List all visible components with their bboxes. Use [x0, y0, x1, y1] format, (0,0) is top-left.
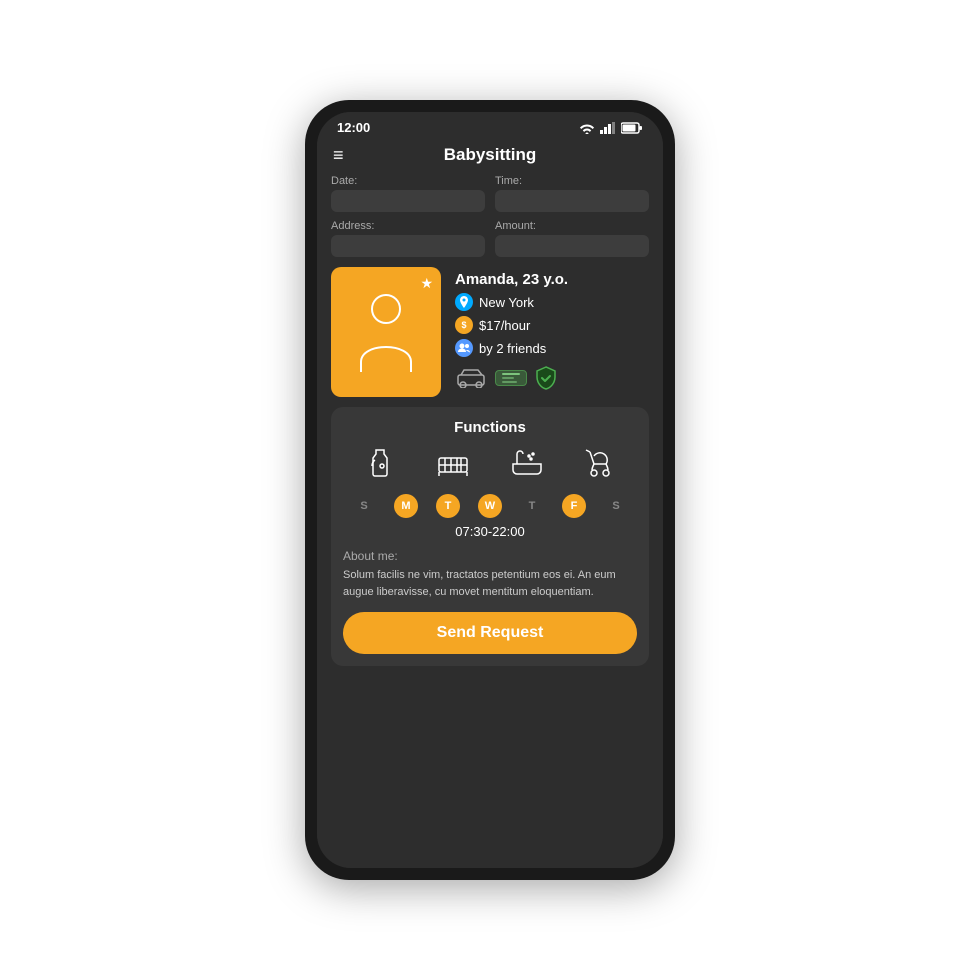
location-text: New York	[479, 295, 534, 310]
amount-group: Amount:	[495, 220, 649, 257]
shield-icon	[535, 366, 557, 390]
day-monday[interactable]: M	[394, 494, 418, 518]
stroller-icon	[582, 446, 618, 482]
battery-icon	[621, 122, 643, 134]
profile-photo: ★	[331, 267, 441, 397]
menu-icon[interactable]: ≡	[333, 146, 344, 164]
id-card-badge	[495, 370, 527, 386]
friends-icon	[455, 339, 473, 357]
functions-section: Functions	[331, 407, 649, 666]
main-content: Date: Time: Address: Amount:	[317, 175, 663, 868]
time-group: Time:	[495, 175, 649, 212]
pin-icon	[459, 296, 469, 308]
date-input[interactable]	[331, 190, 485, 212]
date-label: Date:	[331, 175, 485, 187]
phone-frame: 12:00	[305, 100, 675, 880]
about-text: Solum facilis ne vim, tractatos petentiu…	[343, 567, 637, 600]
address-label: Address:	[331, 220, 485, 232]
about-title: About me:	[343, 549, 637, 563]
badges-row	[455, 366, 649, 390]
day-saturday: S	[604, 494, 628, 518]
header-title: Babysitting	[444, 145, 537, 165]
status-time: 12:00	[337, 120, 370, 135]
time-input[interactable]	[495, 190, 649, 212]
rate-text: $17/hour	[479, 318, 530, 333]
time-range: 07:30-22:00	[343, 524, 637, 539]
profile-avatar-svg	[351, 287, 421, 377]
day-friday[interactable]: F	[562, 494, 586, 518]
location-row: New York	[455, 293, 649, 311]
date-group: Date:	[331, 175, 485, 212]
functions-icons	[343, 446, 637, 482]
address-input[interactable]	[331, 235, 485, 257]
date-time-row: Date: Time:	[331, 175, 649, 212]
address-group: Address:	[331, 220, 485, 257]
day-wednesday[interactable]: W	[478, 494, 502, 518]
dollar-icon: $	[455, 316, 473, 334]
day-tuesday[interactable]: T	[436, 494, 460, 518]
app-header: ≡ Babysitting	[317, 139, 663, 175]
day-thursday: T	[520, 494, 544, 518]
send-request-button[interactable]: Send Request	[343, 612, 637, 654]
day-sunday: S	[352, 494, 376, 518]
location-icon	[455, 293, 473, 311]
amount-input[interactable]	[495, 235, 649, 257]
functions-title: Functions	[343, 419, 637, 436]
bathtub-icon	[509, 446, 545, 482]
car-icon	[455, 368, 487, 388]
status-icons	[579, 122, 643, 134]
friends-text: by 2 friends	[479, 341, 546, 356]
profile-name: Amanda, 23 y.o.	[455, 271, 649, 288]
crib-icon	[435, 446, 471, 482]
days-row: S M T W T F S	[343, 494, 637, 518]
about-section: About me: Solum facilis ne vim, tractato…	[343, 549, 637, 600]
signal-icon	[600, 122, 616, 134]
address-amount-row: Address: Amount:	[331, 220, 649, 257]
time-label: Time:	[495, 175, 649, 187]
amount-label: Amount:	[495, 220, 649, 232]
people-icon	[458, 343, 470, 353]
bottle-icon	[362, 446, 398, 482]
profile-info: Amanda, 23 y.o. New York $ $	[455, 267, 649, 390]
star-badge: ★	[420, 275, 433, 292]
wifi-icon	[579, 122, 595, 134]
profile-area: ★ Amanda, 23 y.o.	[331, 267, 649, 397]
status-bar: 12:00	[317, 112, 663, 139]
friends-row: by 2 friends	[455, 339, 649, 357]
rate-row: $ $17/hour	[455, 316, 649, 334]
phone-screen: 12:00	[317, 112, 663, 868]
